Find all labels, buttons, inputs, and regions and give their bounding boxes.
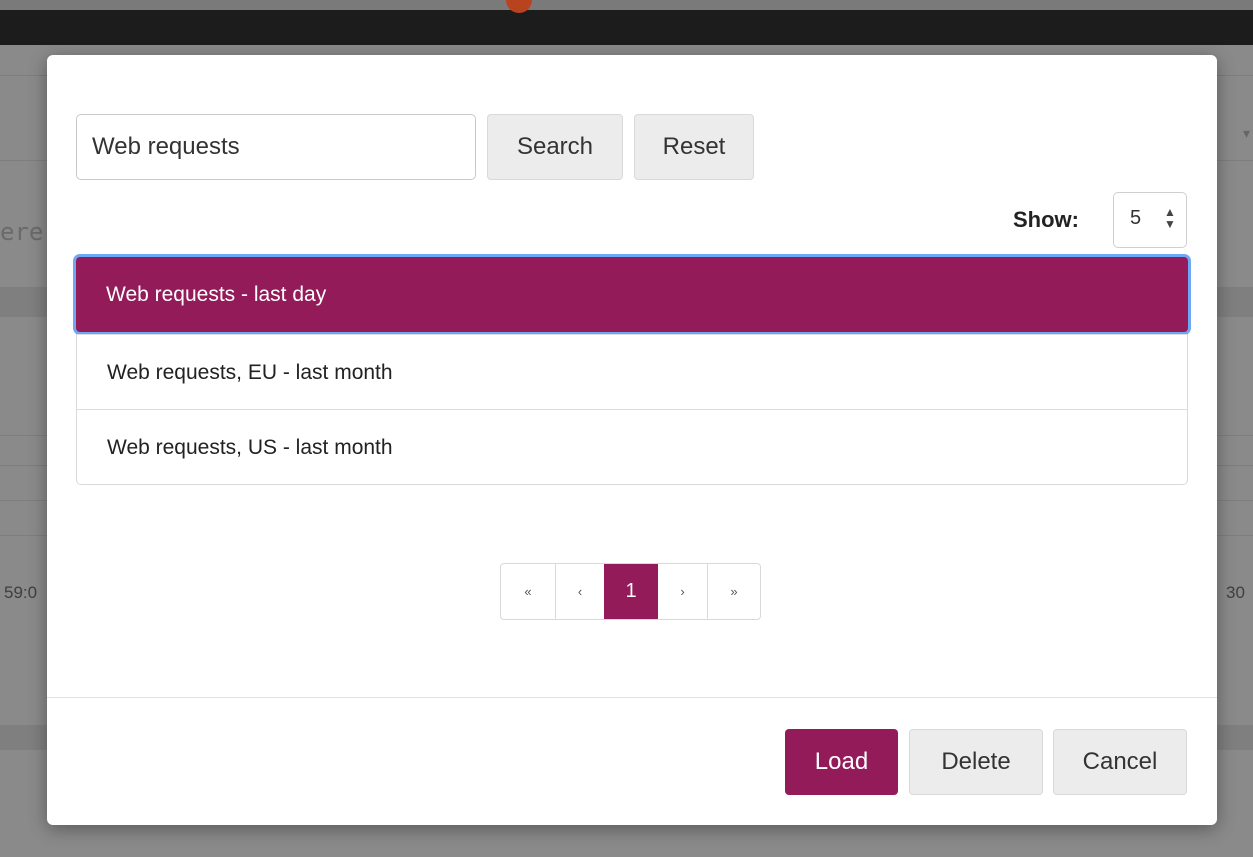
load-query-dialog: Web requests Search Reset Show: 5 ▲ ▼ Web… bbox=[47, 55, 1217, 825]
page-size-value: 5 bbox=[1130, 207, 1142, 229]
delete-button[interactable]: Delete bbox=[909, 729, 1043, 795]
show-label: Show: bbox=[1013, 207, 1079, 232]
footer-divider bbox=[47, 697, 1217, 698]
page-size-select[interactable]: 5 ▲ ▼ bbox=[1113, 192, 1187, 248]
reset-button[interactable]: Reset bbox=[634, 114, 754, 180]
pagination: « ‹ 1 › » bbox=[500, 563, 761, 620]
list-item-selected[interactable]: Web requests - last day bbox=[76, 257, 1188, 332]
list-item[interactable]: Web requests, EU - last month bbox=[77, 334, 1187, 409]
cancel-button[interactable]: Cancel bbox=[1053, 729, 1187, 795]
page-1-button[interactable]: 1 bbox=[604, 564, 658, 619]
next-page-button[interactable]: › bbox=[658, 564, 707, 619]
last-page-button[interactable]: » bbox=[707, 564, 760, 619]
saved-query-list: Web requests - last day Web requests, EU… bbox=[76, 257, 1188, 485]
bg-editor-text: ere bbox=[0, 218, 44, 246]
search-input[interactable]: Web requests bbox=[76, 114, 476, 180]
list-item[interactable]: Web requests, US - last month bbox=[77, 409, 1187, 484]
select-arrows-icon: ▲ ▼ bbox=[1164, 205, 1176, 231]
load-button[interactable]: Load bbox=[785, 729, 898, 795]
app-top-bar bbox=[0, 10, 1253, 45]
search-button[interactable]: Search bbox=[487, 114, 623, 180]
bg-axis-label-left: 59:0 bbox=[4, 583, 38, 602]
prev-page-button[interactable]: ‹ bbox=[555, 564, 604, 619]
bg-chevron-down-icon: ▾ bbox=[1243, 125, 1251, 141]
first-page-button[interactable]: « bbox=[501, 564, 555, 619]
bg-axis-label-right: 30 bbox=[1226, 583, 1245, 602]
